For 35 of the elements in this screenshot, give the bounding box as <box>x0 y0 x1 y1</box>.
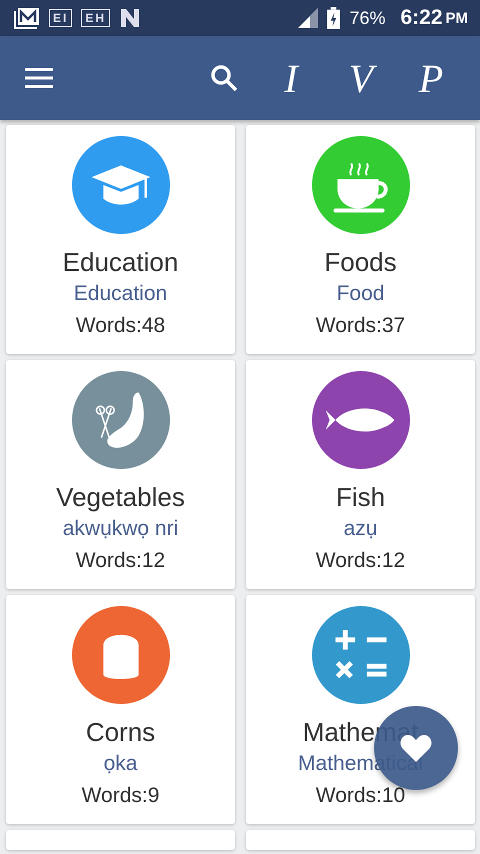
toolbar-letter-button[interactable]: V <box>326 54 396 102</box>
search-icon[interactable] <box>210 64 238 92</box>
category-title: Corns <box>86 716 156 748</box>
category-translation: Food <box>336 281 384 307</box>
category-card[interactable]: Corns ọka Words:9 <box>6 595 235 824</box>
clock-period: PM <box>446 10 468 26</box>
clock: 6:22 <box>400 6 442 30</box>
category-card[interactable]: Vegetables akwụkwọ nri Words:12 <box>6 360 235 589</box>
n-logo-icon <box>119 7 142 29</box>
mail-icon <box>14 7 40 29</box>
category-title: Foods <box>324 246 397 278</box>
word-count: Words:37 <box>316 313 406 339</box>
category-translation: Education <box>74 281 168 307</box>
word-count: Words:12 <box>76 548 166 574</box>
word-count: Words:10 <box>316 783 406 809</box>
word-count: Words:12 <box>316 548 406 574</box>
category-title: Vegetables <box>56 481 185 513</box>
category-title: Fish <box>336 481 386 513</box>
notification-badge: EI <box>49 9 72 27</box>
category-translation: azụ <box>344 516 378 542</box>
battery-level: 76% <box>349 8 386 28</box>
category-translation: ọka <box>104 751 138 777</box>
word-count: Words:48 <box>76 313 166 339</box>
category-card[interactable]: Foods Food Words:37 <box>246 125 475 354</box>
toolbar-letter-button[interactable]: I <box>256 54 326 102</box>
signal-icon <box>298 8 318 28</box>
notification-badge: EH <box>81 9 110 27</box>
battery-icon <box>327 7 340 29</box>
category-translation: akwụkwọ nri <box>62 516 178 542</box>
category-card[interactable]: Fish azụ Words:12 <box>246 360 475 589</box>
toolbar-letter-button[interactable]: P <box>396 54 466 102</box>
category-title: Education <box>62 246 178 278</box>
menu-icon[interactable] <box>25 68 53 88</box>
category-card[interactable]: Education Education Words:48 <box>6 125 235 354</box>
word-count: Words:9 <box>82 783 160 809</box>
